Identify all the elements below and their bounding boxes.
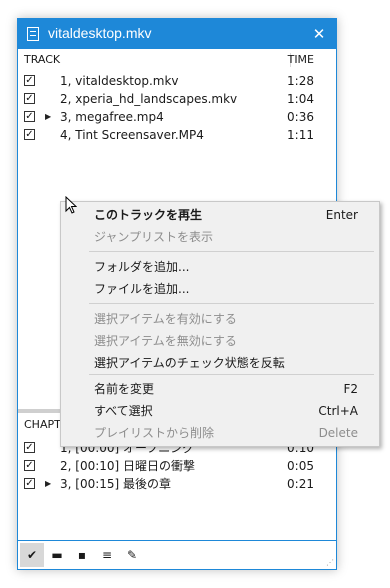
- track-row[interactable]: ✓ ▶ 3, megafree.mp4 0:36: [18, 108, 336, 126]
- chapter-checkbox[interactable]: ✓: [24, 460, 35, 471]
- menu-item-label: ジャンプリストを表示: [94, 230, 214, 244]
- chapter-row[interactable]: ✓ 2, [00:10] 日曜日の衝撃 0:05: [18, 457, 336, 475]
- title-bar[interactable]: vitaldesktop.mkv ✕: [18, 19, 336, 49]
- menu-separator: [89, 303, 374, 304]
- wrench-icon[interactable]: ✎: [120, 543, 144, 567]
- chapter-row[interactable]: ✓ ▶ 3, [00:15] 最後の章 0:21: [18, 475, 336, 493]
- save-icon[interactable]: ▪: [70, 543, 94, 567]
- menu-item[interactable]: すべて選択 Ctrl+A: [61, 400, 379, 422]
- chapter-title: 3, [00:15] 最後の章: [60, 477, 172, 491]
- track-row[interactable]: ✓ 2, xperia_hd_landscapes.mkv 1:04: [18, 90, 336, 108]
- close-icon[interactable]: ✕: [306, 21, 332, 47]
- menu-item-label: 選択アイテムのチェック状態を反転: [94, 356, 285, 370]
- menu-item-shortcut: Enter: [325, 208, 358, 222]
- menu-item: ジャンプリストを表示: [61, 226, 379, 248]
- track-duration: 1:04: [287, 92, 314, 106]
- track-duration: 1:28: [287, 74, 314, 88]
- check-icon[interactable]: ✔: [20, 543, 44, 567]
- menu-item-label: フォルダを追加...: [94, 260, 190, 274]
- chapter-checkbox[interactable]: ✓: [24, 478, 35, 489]
- menu-item-label: 選択アイテムを無効にする: [94, 334, 237, 348]
- menu-item: 選択アイテムを有効にする: [61, 308, 379, 330]
- chapter-title: 2, [00:10] 日曜日の衝撃: [60, 459, 196, 473]
- chapter-checkbox[interactable]: ✓: [24, 442, 35, 453]
- menu-item-shortcut: Ctrl+A: [318, 404, 358, 418]
- track-duration: 1:11: [287, 128, 314, 142]
- menu-item-label: ファイルを追加...: [94, 282, 190, 296]
- track-duration: 0:36: [287, 110, 314, 124]
- menu-item[interactable]: フォルダを追加...: [61, 256, 379, 278]
- track-row[interactable]: ✓ 4, Tint Screensaver.MP4 1:11: [18, 126, 336, 144]
- track-column-header[interactable]: TRACK: [24, 49, 60, 71]
- folder-icon[interactable]: ▬: [45, 543, 69, 567]
- track-title: 3, megafree.mp4: [60, 110, 164, 124]
- menu-item: 選択アイテムを無効にする: [61, 330, 379, 352]
- chapter-column-header[interactable]: CHAPT: [24, 415, 61, 435]
- menu-item-label: プレイリストから削除: [94, 426, 215, 440]
- menu-item[interactable]: 名前を変更 F2: [61, 378, 379, 400]
- menu-item: プレイリストから削除 Delete: [61, 422, 379, 444]
- sort-icon[interactable]: ≡: [95, 543, 119, 567]
- track-checkbox[interactable]: ✓: [24, 75, 35, 86]
- track-list: ✓ 1, vitaldesktop.mkv 1:28 ✓ 2, xperia_hd_la…: [18, 72, 336, 144]
- menu-item-label: すべて選択: [94, 404, 153, 418]
- menu-item[interactable]: このトラックを再生 Enter: [61, 204, 379, 226]
- menu-item-label: 選択アイテムを有効にする: [94, 312, 237, 326]
- menu-item-label: このトラックを再生: [94, 208, 203, 222]
- time-column-header[interactable]: TIME: [288, 49, 314, 71]
- menu-item-shortcut: Delete: [318, 426, 358, 440]
- menu-separator: [89, 374, 374, 375]
- window-title: vitaldesktop.mkv: [48, 25, 152, 41]
- now-playing-icon: ▶: [45, 112, 52, 121]
- track-row[interactable]: ✓ 1, vitaldesktop.mkv 1:28: [18, 72, 336, 90]
- chapter-duration: 0:05: [287, 459, 314, 473]
- track-checkbox[interactable]: ✓: [24, 129, 35, 140]
- menu-item[interactable]: ファイルを追加...: [61, 278, 379, 300]
- track-title: 4, Tint Screensaver.MP4: [60, 128, 204, 142]
- menu-item[interactable]: 選択アイテムのチェック状態を反転: [61, 352, 379, 374]
- menu-item-shortcut: F2: [343, 382, 358, 396]
- menu-separator: [89, 251, 374, 252]
- track-checkbox[interactable]: ✓: [24, 93, 35, 104]
- mouse-cursor-icon: [65, 196, 77, 214]
- chapter-list: ✓ 1, [00:00] オープニング 0:10 ✓ 2, [00:10] 日曜日の衝撃…: [18, 439, 336, 493]
- playlist-icon: [27, 27, 39, 41]
- now-playing-icon: ▶: [45, 479, 52, 488]
- resize-grip-icon[interactable]: ⋰: [326, 559, 334, 567]
- context-menu: このトラックを再生 Enter ジャンプリストを表示 フォルダを追加... ファイルを追…: [60, 201, 380, 447]
- track-list-header: TRACK TIME: [18, 49, 336, 71]
- track-title: 2, xperia_hd_landscapes.mkv: [60, 92, 238, 106]
- menu-item-label: 名前を変更: [94, 382, 155, 396]
- track-title: 1, vitaldesktop.mkv: [60, 74, 179, 88]
- track-checkbox[interactable]: ✓: [24, 111, 35, 122]
- bottom-toolbar: ⋰ ✔ ▬ ▪ ≡ ✎: [18, 540, 336, 569]
- chapter-duration: 0:21: [287, 477, 314, 491]
